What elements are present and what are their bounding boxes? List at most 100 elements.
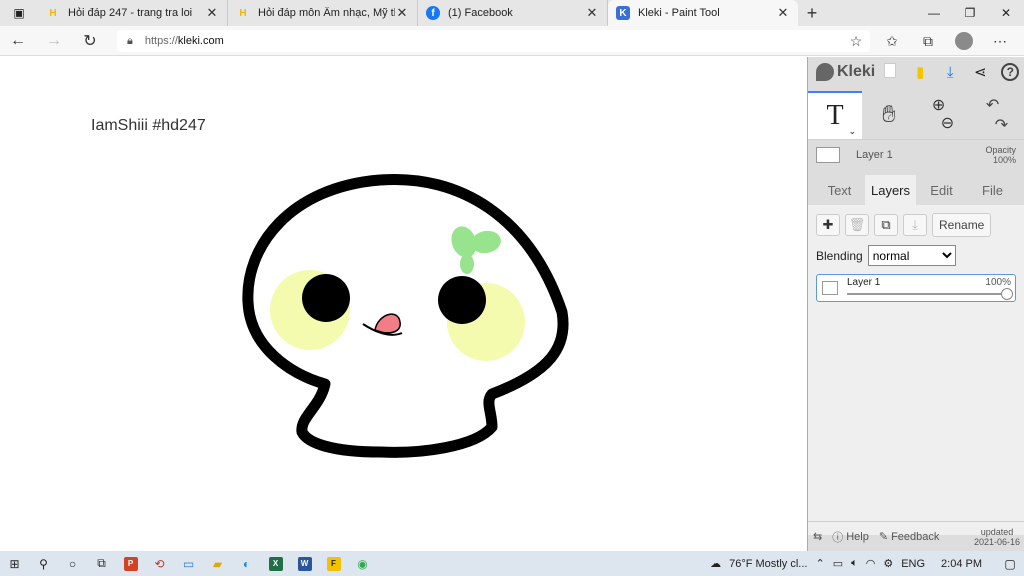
layer-opacity-slider[interactable] <box>847 293 1007 295</box>
feedback-link[interactable]: ✎ Feedback <box>874 530 945 544</box>
updated-label: updated <box>980 526 1014 537</box>
foxit-icon[interactable]: F <box>319 551 348 576</box>
restore-button[interactable]: ❐ <box>952 0 988 26</box>
new-image-button[interactable] <box>875 62 905 82</box>
close-icon[interactable]: ✕ <box>776 5 790 21</box>
chevron-up-icon[interactable]: ⌃ <box>815 557 824 570</box>
new-tab-button[interactable]: + <box>798 0 826 26</box>
delete-layer-button[interactable]: 🗑︎ <box>845 214 869 236</box>
slider-knob[interactable] <box>1001 288 1013 300</box>
blending-select[interactable]: normal <box>867 245 956 266</box>
current-layer-opacity: Opacity 100% <box>985 145 1016 165</box>
favorite-star-icon[interactable]: ☆ <box>838 33 874 50</box>
text-tool[interactable]: T ⌄ <box>808 91 862 139</box>
swap-icon: ⇆ <box>813 531 823 543</box>
swap-side-button[interactable]: ⇆ <box>808 530 827 543</box>
updated-info: updated 2021-06-16 <box>974 527 1024 547</box>
panel-header: Kleki ▮ ⤓ ⋖ ? <box>808 57 1024 87</box>
word-icon[interactable]: W <box>290 551 319 576</box>
kleki-logo[interactable]: Kleki <box>816 63 875 81</box>
tab-actions-button[interactable]: ▣ <box>0 0 38 26</box>
hand-tool[interactable]: ✋︎ <box>862 91 916 139</box>
favorites-icon[interactable]: ✩ <box>874 33 910 50</box>
help-button[interactable]: ? <box>995 63 1024 81</box>
layer-name: Layer 1 <box>847 277 881 288</box>
layer-list-item[interactable]: Layer 1 100% <box>816 274 1016 302</box>
excel-icon[interactable]: X <box>261 551 290 576</box>
chrome-icon[interactable]: ◉ <box>348 551 377 576</box>
text-tool-icon: T <box>826 100 844 131</box>
left-eye <box>302 274 350 322</box>
help-link[interactable]: ⓘ Help <box>827 529 874 545</box>
rename-layer-button[interactable]: Rename <box>932 213 992 237</box>
tab-edit[interactable]: Edit <box>916 175 967 205</box>
help-circle-icon: ⓘ <box>832 531 844 544</box>
pencil-icon: ✎ <box>878 531 889 543</box>
battery-icon[interactable]: ▭ <box>833 557 843 570</box>
merge-layer-button[interactable]: ⤓ <box>903 214 927 236</box>
volume-icon[interactable]: 🔈︎ <box>851 557 858 570</box>
panel-tabs: Text Layers Edit File <box>808 175 1024 205</box>
tab-text[interactable]: Text <box>814 175 865 205</box>
tab-file[interactable]: File <box>967 175 1018 205</box>
search-icon[interactable]: ⚲ <box>29 551 58 576</box>
avatar[interactable] <box>955 32 973 50</box>
edge-glyph: ◐ <box>242 556 251 571</box>
opacity-value: 100% <box>992 154 1016 165</box>
computer-icon[interactable]: ▭ <box>174 551 203 576</box>
reload-button[interactable]: ↻ <box>72 26 108 56</box>
forward-button[interactable]: → <box>36 26 72 56</box>
updated-date: 2021-06-16 <box>973 536 1020 547</box>
task-view-icon[interactable]: ⧉ <box>87 551 116 576</box>
network-icon[interactable]: ⚙ <box>883 557 893 570</box>
tab-hoidap-247[interactable]: H Hỏi đáp 247 - trang tra loi ✕ <box>38 0 228 26</box>
character-drawing <box>242 173 569 458</box>
more-menu-icon[interactable]: ⋯ <box>982 33 1018 50</box>
zoom-tool[interactable]: ⊕ ⊖ <box>916 91 970 139</box>
drawing-canvas[interactable]: IamShiii #hd247 <box>0 57 807 551</box>
kleki-logo-text: Kleki <box>837 63 876 80</box>
tab-kleki[interactable]: K Kleki - Paint Tool ✕ <box>608 0 798 26</box>
layer-thumbnail <box>822 281 838 295</box>
current-layer-name: Layer 1 <box>856 148 893 161</box>
tab-hoidap-am-nhac[interactable]: H Hỏi đáp môn Âm nhạc, Mỹ thuật ✕ <box>228 0 418 26</box>
add-layer-button[interactable]: ✚ <box>816 214 840 236</box>
download-button[interactable]: ⤓ <box>935 64 965 81</box>
current-layer-preview[interactable]: Layer 1 Opacity 100% <box>808 139 1024 169</box>
notification-icon[interactable]: ▢ <box>996 557 1024 571</box>
weather-text[interactable]: 76°F Mostly cl... <box>729 558 807 570</box>
weather-icon[interactable]: ☁ <box>710 557 721 570</box>
tab-layers[interactable]: Layers <box>865 175 916 205</box>
undo-redo-tool[interactable]: ↶ ↷ <box>970 91 1024 139</box>
panel-footer: ⇆ ⓘ Help ✎ Feedback updated 2021-06-16 <box>808 521 1024 551</box>
file-explorer-icon[interactable]: ▰ <box>203 551 232 576</box>
kleki-icon: K <box>616 6 630 20</box>
wifi-icon[interactable]: ◠ <box>866 557 876 570</box>
recovery-icon[interactable]: ⟲ <box>145 551 174 576</box>
lock-icon: 🔒︎ <box>127 34 133 47</box>
close-window-button[interactable]: ✕ <box>988 0 1024 26</box>
clock[interactable]: 2:04 PM <box>941 558 982 570</box>
powerpoint-icon[interactable]: P <box>116 551 145 576</box>
zoom-in-out-icon: ⊕ ⊖ <box>931 97 955 132</box>
start-button[interactable]: ⊞ <box>0 551 29 576</box>
share-button[interactable]: ⋖ <box>965 63 995 81</box>
tab-strip: ▣ H Hỏi đáp 247 - trang tra loi ✕ H Hỏi … <box>0 0 1024 26</box>
url-input[interactable]: 🔒︎ https://kleki.com <box>117 30 870 52</box>
open-file-button[interactable]: ▮ <box>905 63 935 81</box>
minimize-button[interactable]: — <box>916 0 952 26</box>
edge-icon[interactable]: ◐ <box>232 551 261 576</box>
close-icon[interactable]: ✕ <box>585 5 599 21</box>
help-label: Help <box>846 530 869 543</box>
close-icon[interactable]: ✕ <box>395 5 409 21</box>
collections-icon[interactable]: ⧉ <box>910 33 946 50</box>
right-eye <box>438 276 486 324</box>
facebook-icon: f <box>426 6 440 20</box>
close-icon[interactable]: ✕ <box>205 5 219 21</box>
chevron-down-icon[interactable]: ⌄ <box>848 126 856 137</box>
duplicate-layer-button[interactable]: ⧉ <box>874 214 898 236</box>
tab-facebook[interactable]: f (1) Facebook ✕ <box>418 0 608 26</box>
language-indicator[interactable]: ENG <box>901 558 925 570</box>
back-button[interactable]: ← <box>0 26 36 56</box>
cortana-icon[interactable]: ○ <box>58 551 87 576</box>
